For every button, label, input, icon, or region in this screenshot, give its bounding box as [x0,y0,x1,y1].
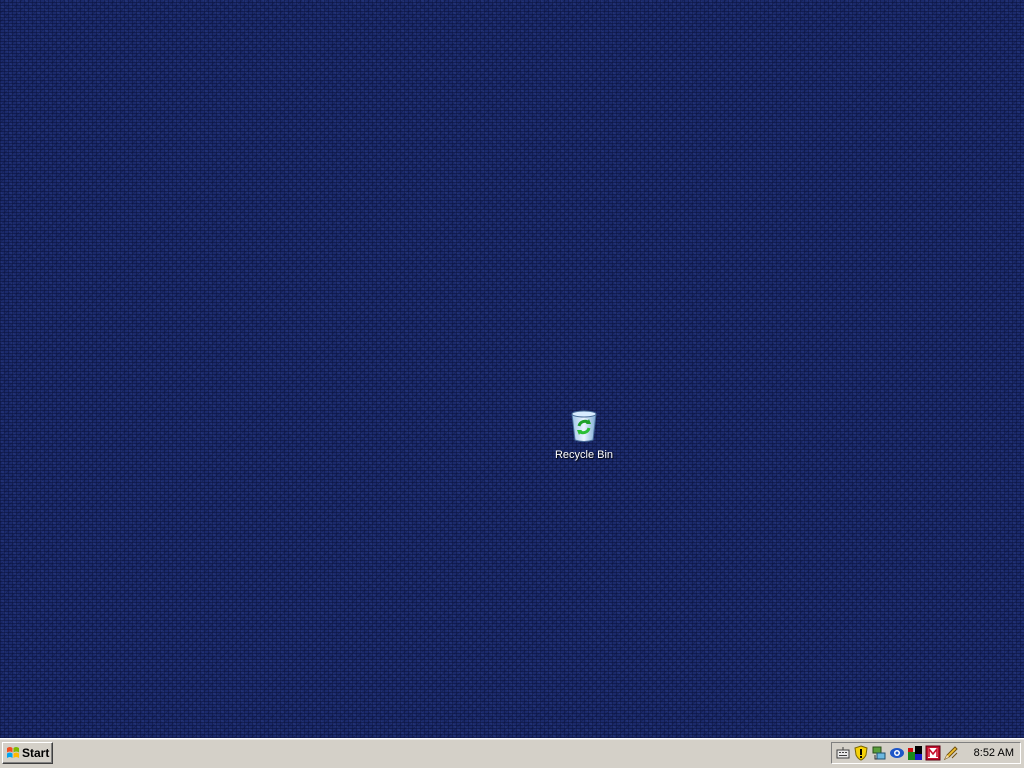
color-blocks-icon[interactable] [907,745,923,761]
start-button[interactable]: Start [2,742,53,764]
network-icon[interactable] [871,745,887,761]
mcafee-icon[interactable] [925,745,941,761]
recycle-bin-shortcut[interactable]: Recycle Bin [546,409,622,462]
recycle-bin-icon [571,410,597,442]
keyboard-icon[interactable] [835,745,851,761]
taskbar: Start 8:52 AM [0,738,1024,768]
start-label: Start [22,746,50,760]
taskbar-clock[interactable]: 8:52 AM [974,747,1014,759]
windows-logo-icon [7,747,19,758]
pencil-icon[interactable] [943,745,959,761]
security-shield-icon[interactable] [853,745,869,761]
messenger-icon[interactable] [889,745,905,761]
system-tray: 8:52 AM [831,742,1021,764]
desktop[interactable]: Recycle Bin [0,0,1024,738]
recycle-bin-label: Recycle Bin [554,449,614,461]
